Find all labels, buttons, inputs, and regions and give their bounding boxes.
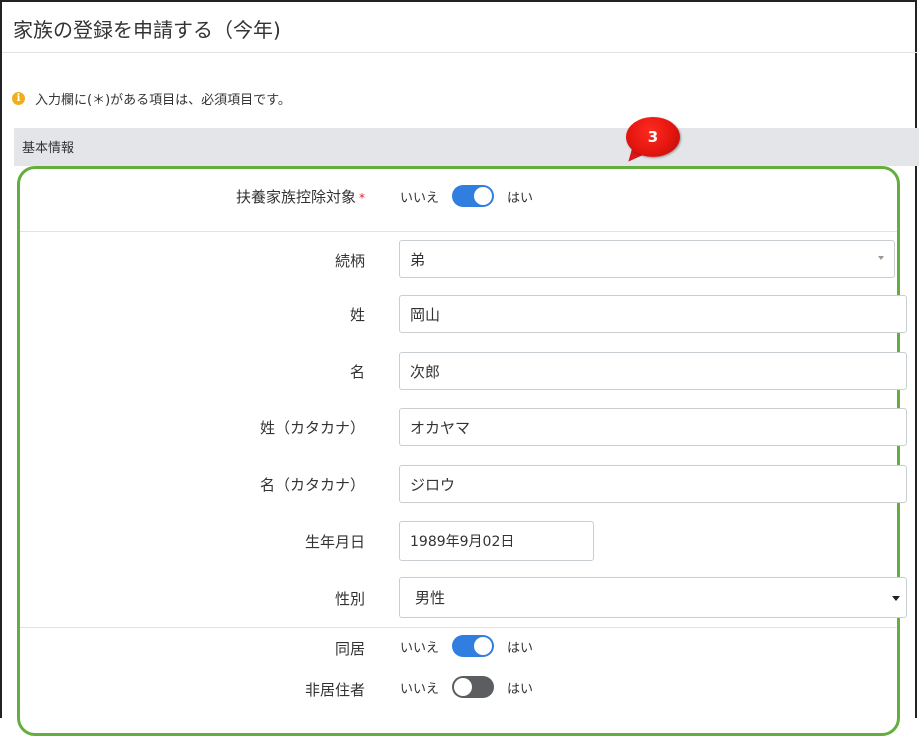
dependent-toggle[interactable] <box>452 185 495 207</box>
non-resident-label: 非居住者 <box>304 681 365 699</box>
relationship-select[interactable]: 弟 <box>399 240 895 278</box>
first-name-input[interactable]: 次郎 <box>399 352 907 390</box>
last-name-kana-label: 姓（カタカナ） <box>259 419 365 437</box>
first-name-label: 名 <box>349 363 365 381</box>
section-header <box>14 128 919 166</box>
birthdate-label: 生年月日 <box>304 533 365 551</box>
first-name-kana-value: ジロウ <box>410 475 456 494</box>
dependent-no-label: いいえ <box>400 190 440 206</box>
gender-label: 性別 <box>334 590 365 608</box>
info-circle-icon: i <box>12 92 25 105</box>
title-divider <box>2 52 917 53</box>
required-notice: i 入力欄に(＊)がある項目は、必須項目です。 <box>12 89 291 108</box>
first-name-kana-input[interactable]: ジロウ <box>399 465 907 503</box>
dependent-yes-label: はい <box>507 190 534 206</box>
last-name-input[interactable]: 岡山 <box>399 295 907 333</box>
gender-select[interactable]: 男性 <box>399 577 907 618</box>
dependent-label: 扶養家族控除対象 * <box>236 186 365 207</box>
cohabiting-no-label: いいえ <box>400 640 440 656</box>
dependent-toggle-group: いいえ はい <box>400 185 533 207</box>
chevron-down-icon <box>878 256 884 260</box>
relationship-label: 続柄 <box>334 252 365 270</box>
birthdate-input[interactable]: 1989年9月02日 <box>399 521 594 561</box>
cohabiting-yes-label: はい <box>507 640 534 656</box>
cohabiting-toggle-group: いいえ はい <box>400 635 533 657</box>
caret-down-icon <box>892 596 900 601</box>
non-resident-no-label: いいえ <box>400 681 440 697</box>
last-name-kana-value: オカヤマ <box>410 418 471 437</box>
page-title: 家族の登録を申請する（今年) <box>13 18 281 42</box>
non-resident-toggle-group: いいえ はい <box>400 676 533 698</box>
dependent-label-text: 扶養家族控除対象 <box>235 188 356 206</box>
cohabiting-label: 同居 <box>334 640 365 658</box>
toggle-knob <box>474 187 493 205</box>
toggle-knob <box>454 678 473 696</box>
first-name-kana-label: 名（カタカナ） <box>259 476 365 494</box>
toggle-knob <box>474 637 493 655</box>
last-name-label: 姓 <box>349 306 365 324</box>
last-name-kana-input[interactable]: オカヤマ <box>399 408 907 446</box>
required-notice-text: 入力欄に(＊)がある項目は、必須項目です。 <box>35 93 291 108</box>
row-divider <box>20 231 897 232</box>
last-name-value: 岡山 <box>410 305 441 324</box>
section-title: 基本情報 <box>22 141 75 156</box>
required-mark: * <box>359 191 365 205</box>
gender-value: 男性 <box>415 589 446 607</box>
first-name-value: 次郎 <box>410 362 441 381</box>
non-resident-yes-label: はい <box>507 681 534 697</box>
row-divider <box>20 627 897 628</box>
callout-badge: 3 <box>626 117 680 157</box>
relationship-value: 弟 <box>410 250 426 269</box>
birthdate-value: 1989年9月02日 <box>410 534 515 550</box>
cohabiting-toggle[interactable] <box>452 635 495 657</box>
non-resident-toggle[interactable] <box>452 676 495 698</box>
